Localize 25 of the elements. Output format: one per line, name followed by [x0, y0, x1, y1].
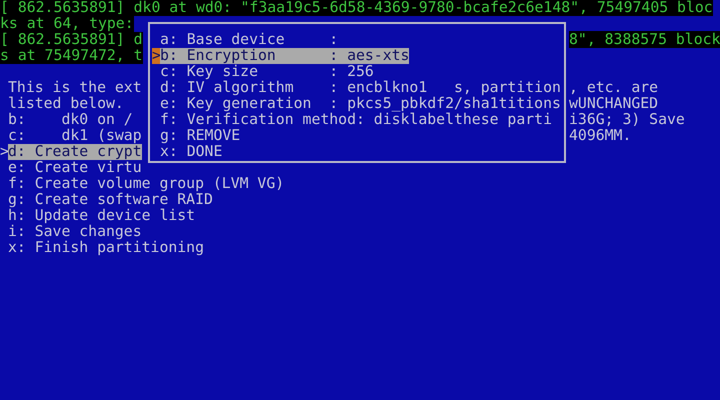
text-line: , etc. are	[569, 79, 658, 96]
menu-item[interactable]: g: REMOVE	[160, 128, 240, 144]
menu-item[interactable]: f: Create volume group (LVM VG)	[8, 176, 284, 192]
menu-item[interactable]: d: IV algorithm : encblkno1 s, partition	[160, 80, 561, 96]
menu-item[interactable]: b: dk0 on /	[8, 112, 133, 128]
menu-item[interactable]: e: Create virtu	[8, 160, 142, 176]
text-line: i36G; 3) Save	[569, 111, 685, 128]
menu-item[interactable]: g: Create software RAID	[8, 192, 213, 208]
menu-item[interactable]: c: Key size : 256	[160, 64, 374, 80]
menu-item[interactable]: e: Key generation : pkcs5_pbkdf2/sha1titions	[160, 96, 561, 112]
menu-item[interactable]: x: DONE	[160, 144, 222, 160]
menu-item[interactable]: f: Verification method: disklabelthese parti	[160, 112, 552, 128]
text-line: 4096MM.	[569, 127, 632, 144]
menu-item[interactable]: x: Finish partitioning	[8, 240, 204, 256]
menu-item[interactable]: i: Save changes	[8, 224, 142, 240]
menu-item[interactable]: d: Create crypt	[8, 144, 142, 160]
text-line: wUNCHANGED	[569, 95, 658, 112]
cursor-marker: >	[152, 48, 160, 64]
cursor-marker: >	[0, 144, 8, 160]
menu-item[interactable]: a: Base device :	[160, 32, 338, 48]
menu-item[interactable]: h: Update device list	[8, 208, 196, 224]
menu-item[interactable]: This is the ext	[8, 80, 142, 96]
menu-item[interactable]: c: dk1 (swap	[8, 128, 142, 144]
menu-item[interactable]: listed below.	[8, 96, 124, 112]
menu-item[interactable]: b: Encryption : aes-xts	[160, 48, 410, 64]
